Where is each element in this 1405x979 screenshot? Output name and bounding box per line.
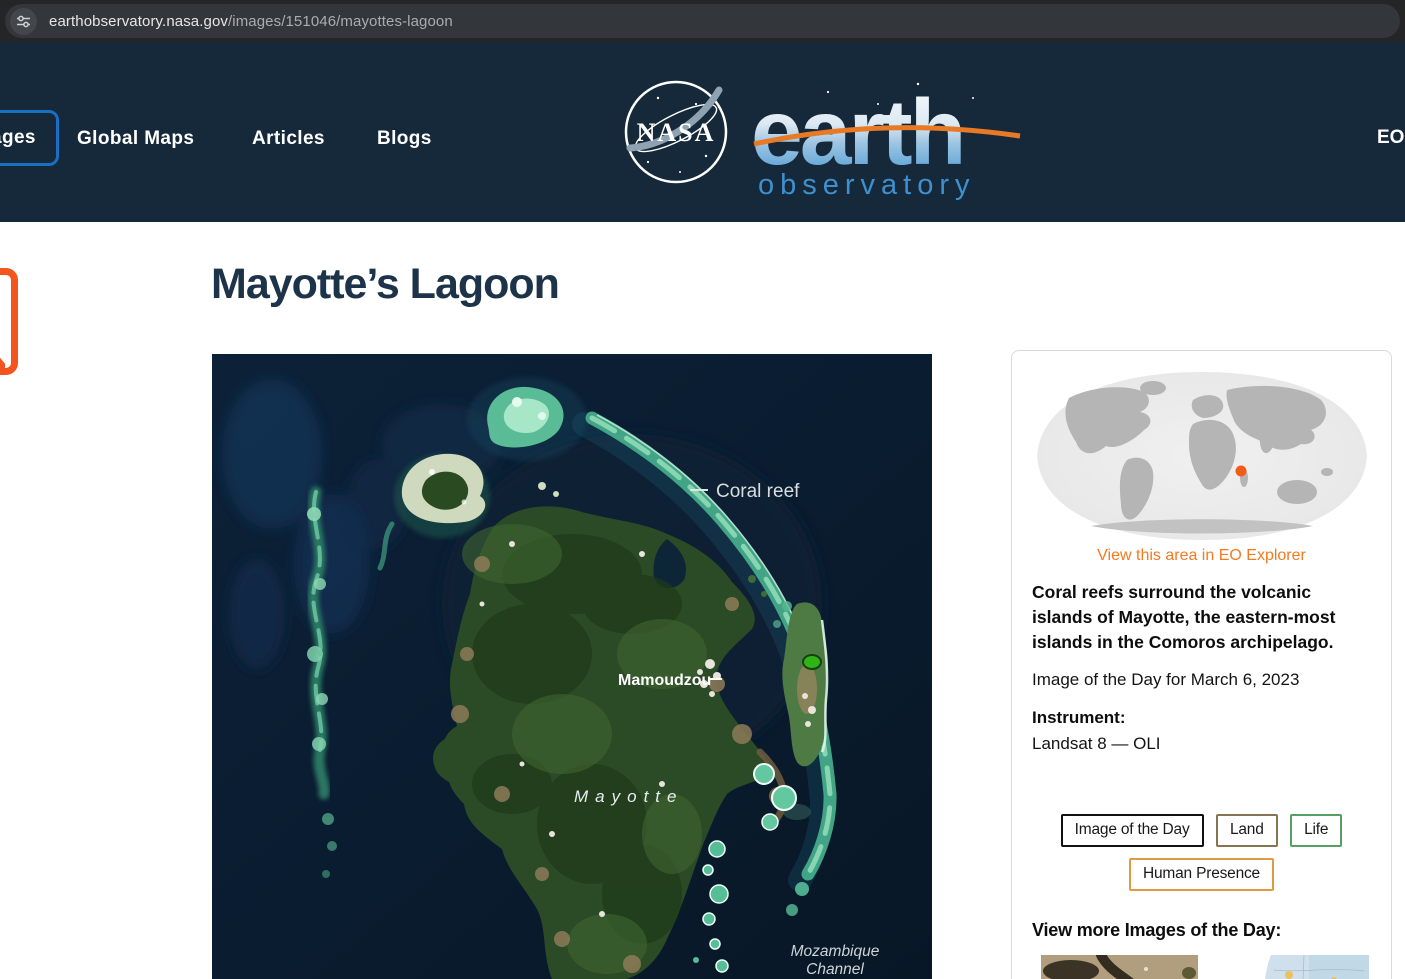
category-tags: Image of the Day Land Life Human Presenc… <box>1012 814 1391 891</box>
tag-human-presence[interactable]: Human Presence <box>1129 858 1274 891</box>
lake-dziani <box>803 655 821 669</box>
url-text: earthobservatory.nasa.gov/images/151046/… <box>49 13 453 30</box>
instrument-label: Instrument: <box>1032 708 1126 728</box>
url-bar[interactable]: earthobservatory.nasa.gov/images/151046/… <box>5 4 1400 38</box>
image-of-the-day-date: Image of the Day for March 6, 2023 <box>1032 670 1299 690</box>
tag-life[interactable]: Life <box>1290 814 1342 847</box>
thumbnail-data-map[interactable] <box>1229 955 1369 979</box>
more-images-thumbnails <box>1041 955 1369 979</box>
browser-address-bar: earthobservatory.nasa.gov/images/151046/… <box>0 0 1405 42</box>
world-locator-map <box>1031 368 1373 544</box>
tag-image-of-the-day[interactable]: Image of the Day <box>1061 814 1204 847</box>
instrument-value: Landsat 8 — OLI <box>1032 734 1161 754</box>
page-title: Mayotte’s Lagoon <box>211 260 559 309</box>
site-settings-icon[interactable] <box>10 8 37 35</box>
more-images-heading: View more Images of the Day: <box>1032 920 1281 941</box>
image-summary: Coral reefs surround the volcanic island… <box>1032 580 1354 655</box>
earth-observatory-logo[interactable]: NASA earth observatory <box>618 64 1028 204</box>
nasa-logo-text: NASA <box>637 118 716 147</box>
coral-reef-label: Coral reef <box>716 481 800 502</box>
thumbnail-city-satellite[interactable] <box>1041 955 1198 979</box>
mayotte-label: Mayotte <box>574 787 683 806</box>
nav-images-label: Images <box>0 127 36 149</box>
mamoudzou-label: Mamoudzou <box>618 672 711 689</box>
image-info-sidebar: View this area in EO Explorer Coral reef… <box>1011 350 1392 979</box>
satellite-image-mayotte[interactable]: Coral reef Mamoudzou Mayotte Mozambique … <box>212 354 932 979</box>
world-map-graphic <box>1031 368 1373 544</box>
nasa-meatball-icon: NASA <box>626 82 726 182</box>
observatory-logo-text: observatory <box>758 169 976 201</box>
nav-item-global-maps[interactable]: Global Maps <box>77 128 194 150</box>
url-path: /images/151046/mayottes-lagoon <box>228 13 453 30</box>
orange-shape <box>0 322 5 368</box>
earth-wordmark: earth observatory <box>751 80 1020 201</box>
site-header: Images Global Maps Articles Blogs <box>0 42 1405 222</box>
eo-explorer-link[interactable]: View this area in EO Explorer <box>1012 547 1391 565</box>
mozambique-label-line1: Mozambique <box>791 943 880 960</box>
location-marker <box>1236 466 1247 477</box>
tag-land[interactable]: Land <box>1216 814 1278 847</box>
nav-item-articles[interactable]: Articles <box>252 128 325 150</box>
tune-icon <box>16 14 31 29</box>
nav-item-eo-explorer[interactable]: EO Explorer <box>1377 127 1405 149</box>
nav-item-blogs[interactable]: Blogs <box>377 128 432 150</box>
page-side-icon-fragment <box>0 268 18 375</box>
mozambique-label-line2: Channel <box>806 961 864 978</box>
nav-item-images-active[interactable]: Images <box>0 110 59 166</box>
satellite-image-graphic: Coral reef Mamoudzou Mayotte Mozambique … <box>212 354 932 979</box>
url-domain: earthobservatory.nasa.gov <box>49 13 228 30</box>
north-reef <box>467 377 587 461</box>
logo-graphic: NASA earth observatory <box>618 64 1028 204</box>
